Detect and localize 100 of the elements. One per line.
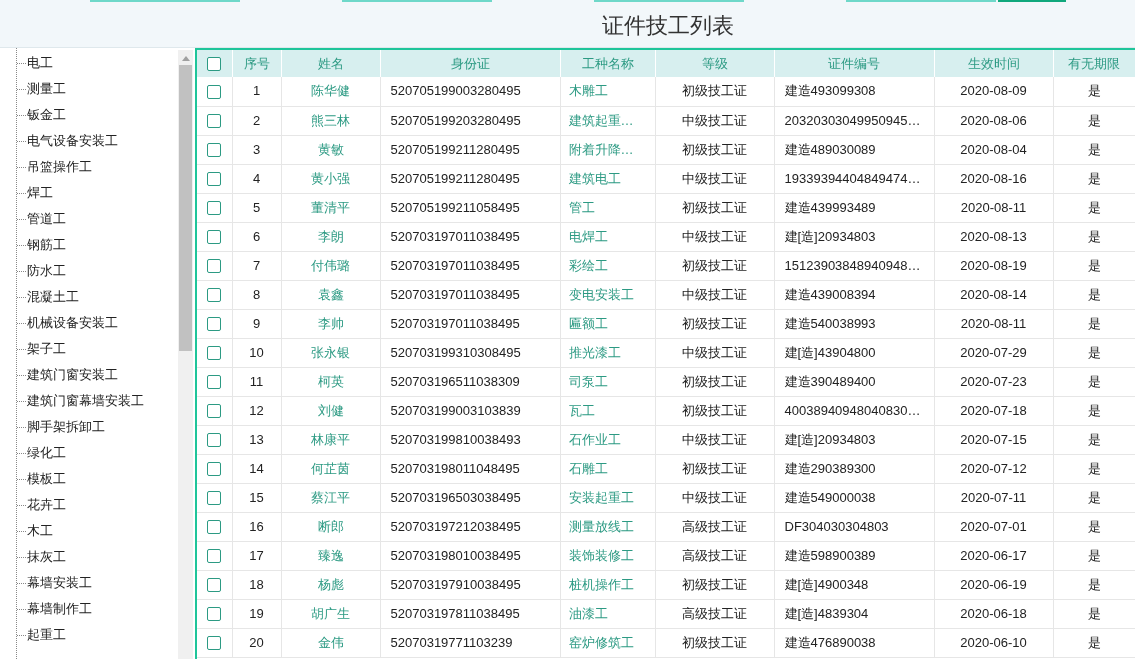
trade-name[interactable]: 油漆工 (560, 599, 655, 628)
term-flag: 是 (1053, 396, 1135, 425)
trade-name[interactable]: 测量放线工 (560, 512, 655, 541)
tree-item[interactable]: 机械设备安装工 (27, 314, 118, 332)
row-checkbox[interactable] (207, 143, 222, 158)
trade-name[interactable]: 附着升降… (560, 135, 655, 164)
worker-name[interactable]: 林康平 (281, 425, 380, 454)
row-checkbox[interactable] (207, 520, 222, 535)
row-checkbox[interactable] (207, 375, 222, 390)
tree-item[interactable]: 钣金工 (27, 106, 66, 124)
worker-name[interactable]: 陈华健 (281, 77, 380, 106)
worker-name[interactable]: 杨彪 (281, 570, 380, 599)
row-checkbox[interactable] (207, 462, 222, 477)
tree-item[interactable]: 模板工 (27, 470, 66, 488)
tree-item[interactable]: 幕墙制作工 (27, 600, 92, 618)
trade-name[interactable]: 石作业工 (560, 425, 655, 454)
trade-name[interactable]: 电焊工 (560, 222, 655, 251)
row-checkbox[interactable] (207, 84, 222, 99)
worker-name[interactable]: 付伟璐 (281, 251, 380, 280)
trade-name[interactable]: 建筑电工 (560, 164, 655, 193)
column-header[interactable]: 工种名称 (560, 50, 655, 77)
trade-name[interactable]: 推光漆工 (560, 338, 655, 367)
tree-item[interactable]: 木工 (27, 522, 53, 540)
row-checkbox[interactable] (207, 114, 222, 129)
trade-name[interactable]: 装饰装修工 (560, 541, 655, 570)
tree-item[interactable]: 吊篮操作工 (27, 158, 92, 176)
worker-name[interactable]: 刘健 (281, 396, 380, 425)
column-header[interactable]: 证件编号 (774, 50, 934, 77)
scrollbar[interactable] (178, 50, 193, 659)
worker-name[interactable]: 黄敏 (281, 135, 380, 164)
trade-name[interactable]: 木雕工 (560, 77, 655, 106)
worker-name[interactable]: 胡广生 (281, 599, 380, 628)
trade-name[interactable]: 司泵工 (560, 367, 655, 396)
tree-item[interactable]: 管道工 (27, 210, 66, 228)
cert-level: 中级技工证 (655, 338, 774, 367)
row-checkbox[interactable] (207, 607, 222, 622)
tree-item[interactable]: 脚手架拆卸工 (27, 418, 105, 436)
worker-name[interactable]: 黄小强 (281, 164, 380, 193)
row-checkbox[interactable] (207, 491, 222, 506)
worker-name[interactable]: 李朗 (281, 222, 380, 251)
row-checkbox[interactable] (207, 404, 222, 419)
row-checkbox[interactable] (207, 230, 222, 245)
trade-name[interactable]: 匾额工 (560, 309, 655, 338)
trade-name[interactable]: 管工 (560, 193, 655, 222)
tree-item[interactable]: 花卉工 (27, 496, 66, 514)
tree-item[interactable]: 电工 (27, 54, 53, 72)
tree-item[interactable]: 绿化工 (27, 444, 66, 462)
tree-item[interactable]: 钢筋工 (27, 236, 66, 254)
worker-name[interactable]: 张永银 (281, 338, 380, 367)
worker-name[interactable]: 蔡江平 (281, 483, 380, 512)
trade-name[interactable]: 瓦工 (560, 396, 655, 425)
worker-name[interactable]: 何芷茵 (281, 454, 380, 483)
scrollbar-thumb[interactable] (179, 65, 192, 351)
column-header[interactable]: 身份证 (380, 50, 560, 77)
term-flag: 是 (1053, 425, 1135, 454)
column-header[interactable]: 生效时间 (934, 50, 1053, 77)
worker-name[interactable]: 李帅 (281, 309, 380, 338)
row-checkbox[interactable] (207, 172, 222, 187)
row-checkbox[interactable] (207, 288, 222, 303)
row-checkbox[interactable] (207, 549, 222, 564)
tree-item[interactable]: 起重工 (27, 626, 66, 644)
worker-name[interactable]: 熊三林 (281, 106, 380, 135)
cert-number: 建造549000038 (774, 483, 934, 512)
column-header[interactable]: 等级 (655, 50, 774, 77)
worker-name[interactable]: 断郎 (281, 512, 380, 541)
tree-item[interactable]: 幕墙安装工 (27, 574, 92, 592)
trade-name[interactable]: 安装起重工 (560, 483, 655, 512)
tree-item[interactable]: 建筑门窗幕墙安装工 (27, 392, 144, 410)
tree-item[interactable]: 测量工 (27, 80, 66, 98)
worker-name[interactable]: 柯英 (281, 367, 380, 396)
worker-name[interactable]: 袁鑫 (281, 280, 380, 309)
worker-name[interactable]: 董清平 (281, 193, 380, 222)
row-checkbox[interactable] (207, 259, 222, 274)
scroll-up-arrow-icon[interactable] (181, 56, 190, 61)
trade-name[interactable]: 彩绘工 (560, 251, 655, 280)
row-checkbox[interactable] (207, 346, 222, 361)
row-checkbox[interactable] (207, 636, 222, 651)
worker-name[interactable]: 臻逸 (281, 541, 380, 570)
tree-item[interactable]: 建筑门窗安装工 (27, 366, 118, 384)
trade-name[interactable]: 石雕工 (560, 454, 655, 483)
effective-date: 2020-07-11 (934, 483, 1053, 512)
trade-name[interactable]: 窑炉修筑工 (560, 628, 655, 657)
tree-item[interactable]: 混凝土工 (27, 288, 79, 306)
tree-item[interactable]: 焊工 (27, 184, 53, 202)
column-header[interactable]: 有无期限 (1053, 50, 1135, 77)
trade-name[interactable]: 变电安装工 (560, 280, 655, 309)
column-header[interactable]: 序号 (232, 50, 281, 77)
row-checkbox[interactable] (207, 578, 222, 593)
select-all-checkbox[interactable] (207, 57, 222, 72)
row-checkbox[interactable] (207, 433, 222, 448)
trade-name[interactable]: 建筑起重… (560, 106, 655, 135)
worker-name[interactable]: 金伟 (281, 628, 380, 657)
row-checkbox[interactable] (207, 317, 222, 332)
tree-item[interactable]: 架子工 (27, 340, 66, 358)
column-header[interactable]: 姓名 (281, 50, 380, 77)
tree-item[interactable]: 防水工 (27, 262, 66, 280)
tree-item[interactable]: 电气设备安装工 (27, 132, 118, 150)
row-checkbox[interactable] (207, 201, 222, 216)
trade-name[interactable]: 桩机操作工 (560, 570, 655, 599)
tree-item[interactable]: 抹灰工 (27, 548, 66, 566)
